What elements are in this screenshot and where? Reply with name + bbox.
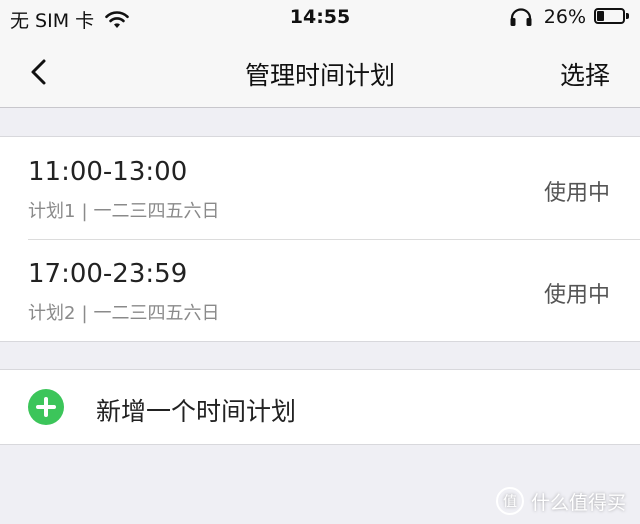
plan-name: 计划2	[28, 303, 76, 324]
zhi-logo-icon: 值	[495, 487, 524, 515]
plan-time-range: 17:00-23:59	[28, 259, 188, 289]
add-plan-button[interactable]: 新增一个时间计划	[0, 369, 640, 445]
plan-meta: 计划1 | 一二三四五六日	[28, 197, 220, 223]
plan-row[interactable]: 17:00-23:59 计划2 | 一二三四五六日 使用中	[0, 239, 640, 341]
plan-list: 11:00-13:00 计划1 | 一二三四五六日 使用中 17:00-23:59 …	[0, 136, 640, 342]
plan-meta: 计划2 | 一二三四五六日	[28, 299, 220, 325]
plan-separator: |	[81, 303, 88, 324]
plan-time-range: 11:00-13:00	[28, 157, 188, 187]
plan-name: 计划1	[28, 201, 76, 222]
watermark: 值 什么值得买	[495, 486, 626, 516]
plan-days: 一二三四五六日	[93, 303, 220, 324]
status-bar: 无 SIM 卡 14:55 26%	[0, 0, 640, 36]
headphones-icon	[510, 8, 532, 26]
plan-separator: |	[81, 201, 88, 222]
select-button[interactable]: 选择	[560, 56, 610, 92]
plan-days: 一二三四五六日	[93, 201, 220, 222]
battery-percent: 26%	[543, 6, 586, 28]
add-plan-label: 新增一个时间计划	[96, 397, 297, 426]
plus-circle-icon	[28, 389, 64, 425]
plan-row[interactable]: 11:00-13:00 计划1 | 一二三四五六日 使用中	[0, 137, 640, 239]
plan-status: 使用中	[543, 283, 610, 308]
status-bar-right: 26%	[508, 6, 630, 28]
nav-bar: 管理时间计划 选择	[0, 36, 640, 108]
plan-status: 使用中	[543, 181, 610, 206]
battery-icon	[594, 8, 630, 26]
page-title: 管理时间计划	[244, 61, 395, 90]
svg-text:值: 值	[503, 494, 517, 510]
watermark-text: 什么值得买	[530, 491, 626, 514]
